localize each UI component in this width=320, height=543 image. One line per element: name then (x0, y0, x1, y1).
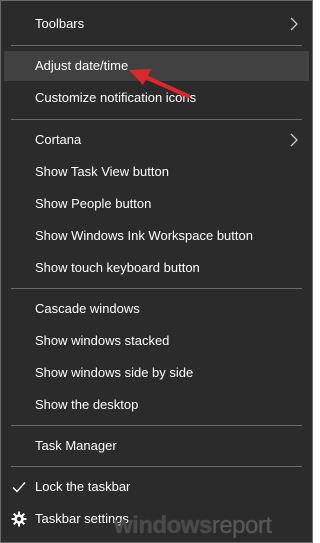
chevron-right-icon (290, 17, 298, 31)
menu-item-label: Lock the taskbar (35, 479, 131, 494)
menu-separator (11, 425, 302, 426)
menu-item-label: Show the desktop (35, 397, 139, 412)
menu-item-label: Show Task View button (35, 164, 169, 179)
taskbar-context-menu: Toolbars Adjust date/time Customize noti… (0, 0, 313, 543)
menu-item-label: Show touch keyboard button (35, 260, 200, 275)
menu-item-show-the-desktop[interactable]: Show the desktop (4, 390, 309, 420)
menu-separator (11, 466, 302, 467)
menu-item-cortana[interactable]: Cortana (4, 125, 309, 155)
menu-item-label: Task Manager (35, 438, 117, 453)
menu-item-show-windows-stacked[interactable]: Show windows stacked (4, 326, 309, 356)
menu-item-label: Show windows stacked (35, 333, 170, 348)
menu-separator (11, 45, 302, 46)
checkmark-icon (12, 482, 26, 493)
menu-item-label: Toolbars (35, 16, 85, 31)
menu-item-label: Customize notification icons (35, 90, 197, 105)
menu-item-label: Cascade windows (35, 301, 140, 316)
menu-item-show-touch-keyboard-button[interactable]: Show touch keyboard button (4, 253, 309, 283)
chevron-right-icon (290, 133, 298, 147)
menu-item-customize-notification-icons[interactable]: Customize notification icons (4, 83, 309, 113)
menu-item-taskbar-settings[interactable]: Taskbar settings (4, 504, 309, 534)
menu-item-toolbars[interactable]: Toolbars (4, 9, 309, 39)
menu-item-label: Taskbar settings (35, 511, 129, 526)
menu-separator (11, 288, 302, 289)
menu-item-label: Cortana (35, 132, 82, 147)
menu-item-show-task-view-button[interactable]: Show Task View button (4, 157, 309, 187)
menu-separator (11, 119, 302, 120)
menu-item-label: Show windows side by side (35, 365, 194, 380)
menu-item-show-windows-side-by-side[interactable]: Show windows side by side (4, 358, 309, 388)
menu-item-label: Adjust date/time (35, 58, 129, 73)
menu-item-show-people-button[interactable]: Show People button (4, 189, 309, 219)
menu-item-task-manager[interactable]: Task Manager (4, 431, 309, 461)
gear-icon (11, 511, 27, 527)
menu-item-show-windows-ink-workspace-button[interactable]: Show Windows Ink Workspace button (4, 221, 309, 251)
menu-item-label: Show People button (35, 196, 152, 211)
menu-item-label: Show Windows Ink Workspace button (35, 228, 253, 243)
menu-item-adjust-date-time[interactable]: Adjust date/time (4, 51, 309, 81)
menu-item-cascade-windows[interactable]: Cascade windows (4, 294, 309, 324)
menu-item-lock-the-taskbar[interactable]: Lock the taskbar (4, 472, 309, 502)
